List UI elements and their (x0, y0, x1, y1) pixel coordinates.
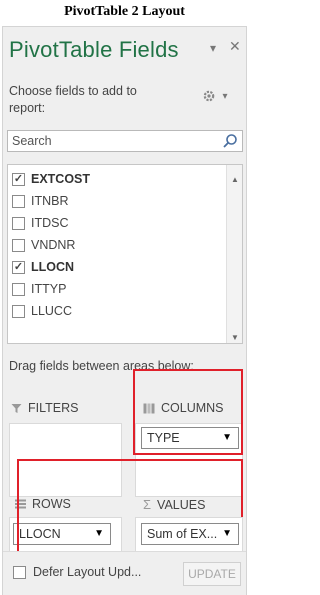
checkbox-checked-icon[interactable]: ✓ (12, 172, 25, 186)
field-list: ✓ EXTCOST ITNBR ITDSC VNDNR ✓ LLOCN ITTY… (7, 164, 243, 344)
values-item-label: Sum of EX... (147, 527, 218, 541)
search-icon[interactable] (222, 133, 238, 149)
columns-highlight-box (133, 369, 243, 455)
field-label: VNDNR (31, 238, 76, 252)
field-label: ITTYP (31, 282, 67, 296)
defer-layout-label: Defer Layout Upd... (33, 565, 142, 579)
values-item-sum-extcost[interactable]: Sum of EX... ▼ (141, 523, 239, 545)
scroll-down-icon[interactable]: ▼ (228, 329, 242, 343)
field-item-extcost[interactable]: ✓ EXTCOST (8, 169, 90, 189)
values-label: VALUES (157, 497, 206, 512)
update-button[interactable]: UPDATE (183, 562, 241, 586)
field-item-ittyp[interactable]: ITTYP (8, 279, 66, 299)
pane-options-dropdown-icon[interactable]: ▾ (210, 41, 216, 55)
chevron-down-icon: ▾ (222, 90, 228, 102)
field-label: ITNBR (31, 194, 69, 208)
pane-title: PivotTable Fields (9, 37, 179, 62)
tools-button[interactable]: ▾ (193, 85, 237, 107)
pivottable-fields-pane: PivotTable Fields ▾ ✕ Choose fields to a… (2, 26, 247, 595)
checkbox-icon[interactable] (12, 238, 25, 252)
field-item-llocn[interactable]: ✓ LLOCN (8, 257, 74, 277)
field-label: ITDSC (31, 216, 69, 230)
checkbox-icon[interactable] (12, 304, 25, 318)
close-icon[interactable]: ✕ (229, 38, 241, 55)
filters-label: FILTERS (28, 401, 79, 415)
chevron-down-icon[interactable]: ▼ (222, 528, 232, 539)
gear-icon (204, 90, 215, 102)
field-item-llucc[interactable]: LLUCC (8, 301, 72, 321)
search-placeholder: Search (12, 134, 52, 148)
search-input[interactable]: Search (7, 130, 243, 152)
scroll-up-icon[interactable]: ▲ (228, 171, 242, 187)
checkbox-icon[interactable] (12, 282, 25, 296)
field-label: LLOCN (31, 260, 75, 274)
checkbox-icon[interactable] (13, 565, 26, 579)
pivot-caption: PivotTable 2 Layout (0, 0, 249, 26)
field-item-itdsc[interactable]: ITDSC (8, 213, 69, 233)
checkbox-checked-icon[interactable]: ✓ (12, 260, 25, 274)
field-item-itnbr[interactable]: ITNBR (8, 191, 69, 211)
filter-icon (11, 403, 22, 413)
field-label: EXTCOST (31, 172, 91, 186)
checkbox-icon[interactable] (12, 216, 25, 230)
checkbox-icon[interactable] (12, 194, 25, 208)
pane-footer: Defer Layout Upd... UPDATE (3, 551, 246, 595)
filters-area-header: FILTERS (11, 401, 78, 415)
field-item-vndnr[interactable]: VNDNR (8, 235, 75, 255)
choose-fields-label: Choose fields to add to report: (9, 84, 137, 115)
values-area-header: Σ VALUES (143, 497, 205, 512)
defer-layout-checkbox-row[interactable]: Defer Layout Upd... (13, 565, 141, 579)
sigma-icon: Σ (143, 497, 152, 512)
field-list-scrollbar[interactable]: ▲ ▼ (226, 165, 242, 343)
field-label: LLUCC (31, 304, 72, 318)
